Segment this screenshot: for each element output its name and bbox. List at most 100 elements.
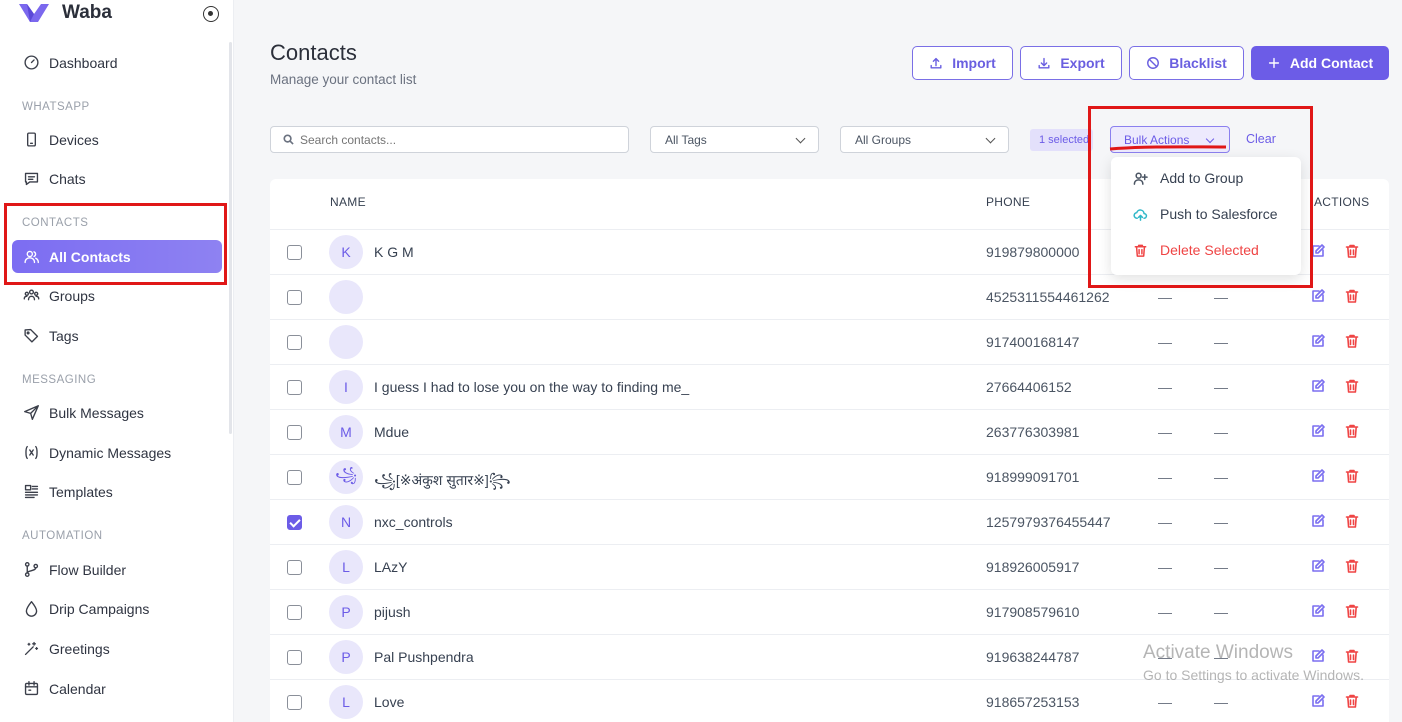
import-button[interactable]: Import [912,46,1013,80]
row-checkbox[interactable] [287,605,302,620]
column-header-name: NAME [330,195,366,209]
edit-icon[interactable] [1310,513,1326,529]
avatar: K [329,235,363,269]
edit-icon[interactable] [1310,468,1326,484]
row-checkbox[interactable] [287,695,302,710]
row-checkbox[interactable] [287,335,302,350]
activate-windows-subtitle: Go to Settings to activate Windows. [1143,667,1364,683]
contact-name: LAzY [374,559,408,575]
git-branch-icon [22,561,40,579]
sidebar-item-tags[interactable]: Tags [12,319,222,352]
table-row[interactable]: Nnxc_controls 1257979376455447 — — [270,499,1389,544]
row-checkbox[interactable] [287,245,302,260]
table-row[interactable]: M Mdue 263776303981 — — [270,409,1389,454]
sidebar-item-chats[interactable]: Chats [12,162,222,195]
sidebar-item-flow-builder[interactable]: Flow Builder [12,553,222,586]
delete-icon[interactable] [1344,513,1360,529]
search-box[interactable] [270,126,629,153]
chevron-down-icon [795,133,806,144]
delete-icon[interactable] [1344,243,1360,259]
sidebar-item-dashboard[interactable]: Dashboard [12,46,222,79]
sidebar-item-label: Drip Campaigns [49,600,150,617]
sidebar-toggle-icon[interactable] [203,6,219,22]
export-button[interactable]: Export [1020,46,1122,80]
download-icon [1038,57,1050,69]
avatar [329,280,363,314]
edit-icon[interactable] [1310,693,1326,709]
sidebar-item-label: Chats [49,170,86,187]
sidebar-item-drip-campaigns[interactable]: Drip Campaigns [12,592,222,625]
sidebar-item-dynamic-messages[interactable]: Dynamic Messages [12,436,222,469]
group-icon [22,287,40,305]
sidebar: Waba Dashboard WHATSAPP Devices Chats CO… [0,0,234,722]
sidebar-item-templates[interactable]: Templates [12,475,222,508]
empty-cell: — [1158,379,1172,395]
delete-icon[interactable] [1344,378,1360,394]
table-row[interactable]: ꧁ ꧁[※अंकुश सुतार※]꧂ 918999091701 — — [270,454,1389,499]
page-title: Contacts [270,40,357,65]
delete-icon[interactable] [1344,693,1360,709]
edit-icon[interactable] [1310,288,1326,304]
sidebar-scrollbar[interactable] [229,42,232,434]
brand[interactable]: Waba [18,2,112,24]
sidebar-item-label: Templates [49,483,113,500]
sidebar-item-calendar[interactable]: Calendar [12,672,222,705]
delete-icon[interactable] [1344,603,1360,619]
sidebar-item-devices[interactable]: Devices [12,123,222,156]
avatar: P [329,595,363,629]
blacklist-button[interactable]: Blacklist [1129,46,1244,80]
delete-icon[interactable] [1344,288,1360,304]
section-label-automation: AUTOMATION [22,530,103,542]
chat-bubble-icon [22,170,40,188]
table-row[interactable]: I I guess I had to lose you on the way to… [270,364,1389,409]
sidebar-item-label: Dynamic Messages [49,444,172,461]
table-row[interactable]: L Love 918657253153 — — [270,679,1389,722]
contact-name: I guess I had to lose you on the way to … [374,379,690,395]
template-icon [22,483,40,501]
row-checkbox[interactable] [287,650,302,665]
delete-icon[interactable] [1344,648,1360,664]
empty-cell: — [1214,469,1228,485]
table-row[interactable]: L LAzY 918926005917 — — [270,544,1389,589]
edit-icon[interactable] [1310,603,1326,619]
delete-icon[interactable] [1344,558,1360,574]
empty-cell: — [1214,289,1228,305]
row-checkbox[interactable] [287,560,302,575]
tags-filter-select[interactable]: All Tags [650,126,819,153]
edit-icon[interactable] [1310,333,1326,349]
import-label: Import [952,55,996,71]
droplet-icon [22,600,40,618]
avatar: N [329,505,363,539]
tag-icon [22,327,40,345]
row-checkbox[interactable] [287,380,302,395]
search-icon [283,134,294,145]
search-input[interactable] [300,132,600,147]
delete-icon[interactable] [1344,423,1360,439]
empty-cell: — [1158,334,1172,350]
empty-cell: — [1214,694,1228,710]
delete-icon[interactable] [1344,333,1360,349]
row-checkbox[interactable] [287,425,302,440]
row-checkbox[interactable] [287,515,302,530]
sidebar-item-label: Dashboard [49,54,118,71]
calendar-icon [22,680,40,698]
avatar: ꧁ [329,460,363,494]
empty-cell: — [1214,424,1228,440]
groups-filter-value: All Groups [855,132,912,147]
edit-icon[interactable] [1310,423,1326,439]
groups-filter-select[interactable]: All Groups [840,126,1009,153]
sidebar-item-greetings[interactable]: Greetings [12,632,222,665]
sidebar-item-bulk-messages[interactable]: Bulk Messages [12,396,222,429]
edit-icon[interactable] [1310,648,1326,664]
plus-icon [1268,57,1279,69]
row-checkbox[interactable] [287,470,302,485]
contact-phone: 918999091701 [986,469,1080,485]
activate-windows-title: Activate Windows [1143,642,1293,663]
add-contact-button[interactable]: Add Contact [1251,46,1389,80]
edit-icon[interactable] [1310,558,1326,574]
delete-icon[interactable] [1344,468,1360,484]
table-row[interactable]: 917400168147 — — [270,319,1389,364]
table-row[interactable]: Ppijush 917908579610 — — [270,589,1389,634]
edit-icon[interactable] [1310,378,1326,394]
row-checkbox[interactable] [287,290,302,305]
